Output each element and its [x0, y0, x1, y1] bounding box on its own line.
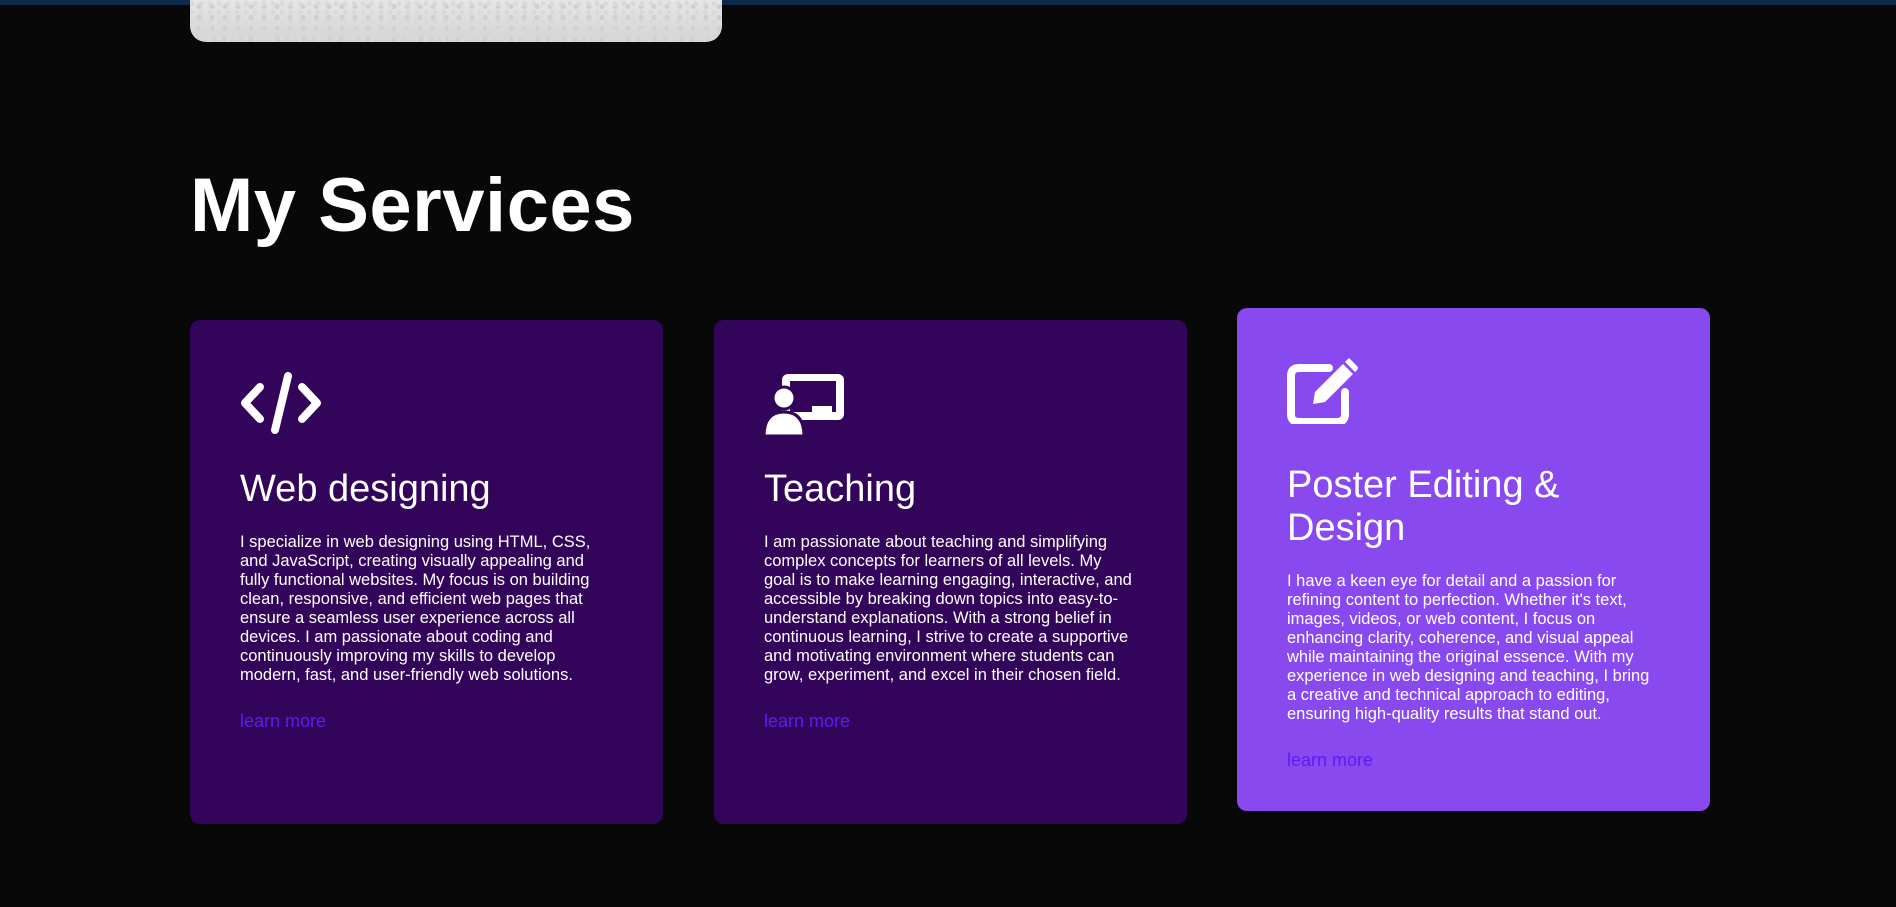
page: My Services Web designing I specialize i… — [0, 0, 1896, 907]
service-description: I have a keen eye for detail and a passi… — [1287, 572, 1650, 723]
learn-more-link[interactable]: learn more — [240, 711, 326, 732]
learn-more-link[interactable]: learn more — [764, 711, 850, 732]
service-title: Teaching — [764, 468, 917, 510]
service-title: Poster Editing & Design — [1287, 464, 1560, 549]
services-title: My Services — [190, 163, 635, 248]
chalkboard-teacher-icon — [764, 374, 844, 436]
service-description: I specialize in web designing using HTML… — [240, 533, 591, 684]
code-icon — [241, 372, 321, 434]
learn-more-link[interactable]: learn more — [1287, 750, 1373, 771]
profile-image-bottom — [190, 0, 722, 42]
service-card-teaching: Teaching I am passionate about teaching … — [714, 320, 1187, 824]
service-title: Web designing — [240, 468, 491, 510]
service-card-web-designing: Web designing I specialize in web design… — [190, 320, 663, 824]
edit-icon — [1287, 358, 1358, 424]
service-card-poster-editing: Poster Editing & Design I have a keen ey… — [1237, 308, 1710, 811]
service-description: I am passionate about teaching and simpl… — [764, 533, 1132, 684]
